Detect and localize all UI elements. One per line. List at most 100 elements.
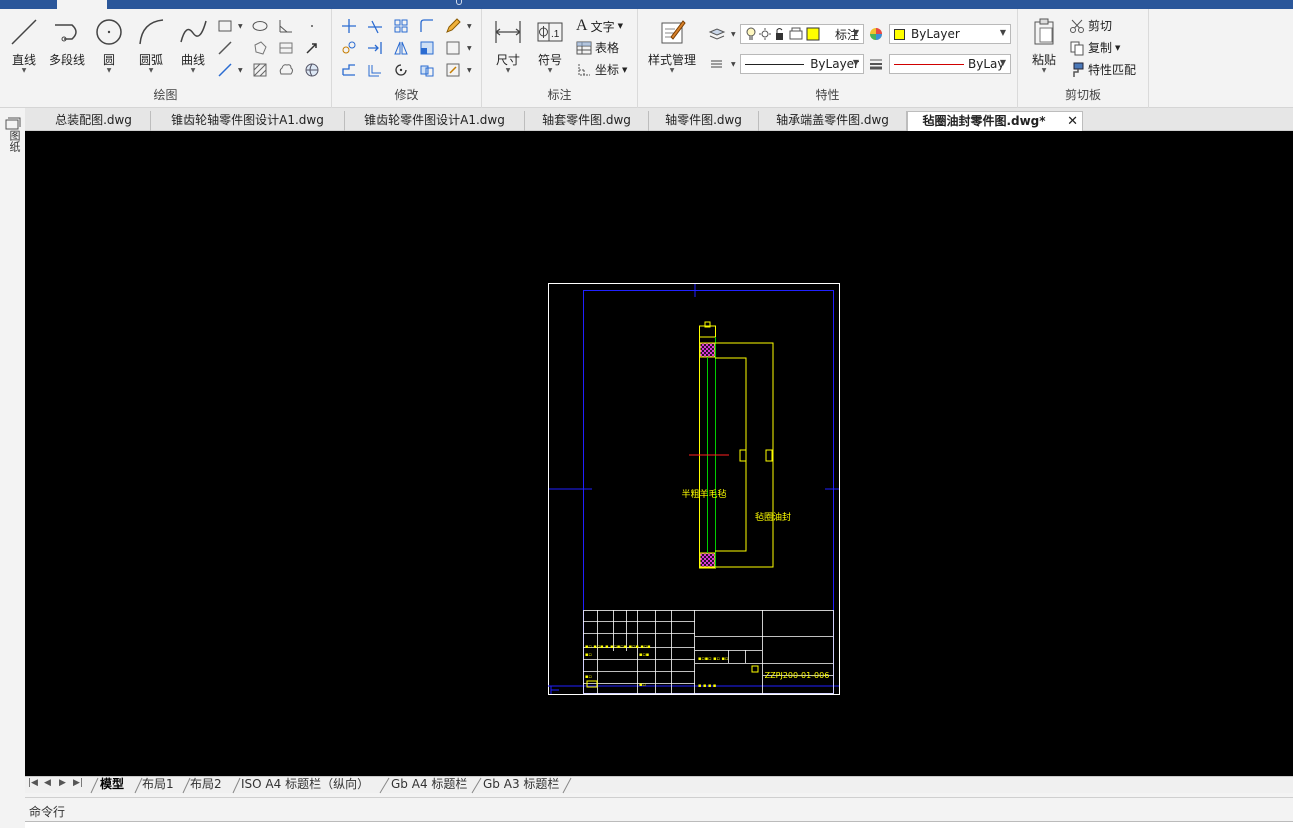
cloud-tool[interactable] [277, 61, 295, 79]
mirror-tool[interactable] [392, 39, 410, 57]
cut-button[interactable]: 剪切 [1069, 17, 1112, 34]
polygon-icon [254, 41, 267, 55]
ellipse-tool[interactable] [251, 17, 269, 35]
search-icon[interactable] [456, 0, 462, 5]
lineweight-icon [870, 59, 882, 70]
doc-tab[interactable]: 轴零件图.dwg [649, 111, 759, 131]
arc-button[interactable]: 圆弧 ▼ [133, 17, 169, 74]
close-icon[interactable]: ✕ [1067, 112, 1078, 131]
drawing-canvas[interactable]: ▪▫ ▪▫▪ ▪ ▪▫▪▫▪ ▪▫▪ ▪▫▪ ▪▫ ▪▫▪ ▪▫ ▪▫ ▪▫▪▫… [25, 131, 1293, 776]
match-properties-button[interactable]: 特性匹配 [1069, 61, 1136, 78]
point-tool[interactable] [303, 17, 321, 35]
coordinate-button[interactable]: 坐标 ▼ [576, 61, 627, 78]
wipeout-tool[interactable] [303, 61, 321, 79]
linetype-value: ByLayer [810, 57, 859, 71]
chevron-down-icon[interactable]: ▼ [731, 31, 736, 38]
extend-tool[interactable] [366, 39, 384, 57]
command-line[interactable]: 命令行 [25, 797, 1293, 821]
scale-tool[interactable] [418, 39, 436, 57]
doc-tab[interactable]: 锥齿轮轴零件图设计A1.dwg [151, 111, 345, 131]
tab-separators [90, 777, 572, 794]
edit-tool[interactable] [444, 61, 462, 79]
hatch-tool[interactable] [251, 61, 269, 79]
doc-tab[interactable]: 轴承端盖零件图.dwg [759, 111, 907, 131]
copy-tool[interactable] [340, 39, 358, 57]
cloud-icon [279, 64, 293, 75]
chevron-down-icon[interactable]: ▼ [731, 61, 736, 68]
scissors-icon [1070, 19, 1084, 33]
chevron-down-icon: ▼ [669, 67, 675, 74]
svg-text:▪▫: ▪▫ [639, 682, 646, 688]
lineweight-select[interactable]: ByLay ▼ [889, 54, 1011, 74]
line-button[interactable]: 直线 ▼ [6, 17, 42, 74]
chevron-down-icon: ▼ [999, 28, 1006, 37]
xline-icon [218, 63, 232, 77]
rectangle-tool[interactable] [216, 17, 234, 35]
sheet-panel-label[interactable]: 图纸 [4, 130, 21, 152]
xline-tool[interactable] [216, 61, 234, 79]
extend-icon [368, 42, 382, 54]
pencil-icon [446, 18, 461, 33]
chevron-down-icon[interactable]: ▼ [467, 23, 472, 30]
section-hatch-top [699, 342, 716, 358]
lineweight-tool[interactable] [867, 55, 885, 73]
region-tool[interactable] [251, 39, 269, 57]
svg-text:▪▫: ▪▫ [585, 674, 592, 680]
curve-button[interactable]: 曲线 ▼ [175, 17, 211, 74]
linetype-select[interactable]: ByLayer ▼ [740, 54, 864, 74]
chevron-down-icon[interactable]: ▼ [467, 45, 472, 52]
doc-tab[interactable]: 轴套零件图.dwg [525, 111, 649, 131]
dimension-text-inner [739, 449, 747, 462]
copy-button[interactable]: 复制 ▼ [1069, 39, 1120, 56]
block-tool[interactable] [277, 39, 295, 57]
dimension-label: 尺寸 [495, 53, 520, 67]
symbol-button[interactable]: .1 符号 ▼ [532, 17, 568, 74]
style-manager-button[interactable]: 样式管理 ▼ [644, 17, 700, 74]
arrow-tool[interactable] [303, 39, 321, 57]
corner-mark [550, 686, 559, 694]
chevron-down-icon[interactable]: ▼ [467, 67, 472, 74]
layer-select[interactable]: 标注 ▼ [740, 24, 864, 44]
copy-label: 复制 [1088, 41, 1113, 55]
table-button[interactable]: 表格 [576, 39, 619, 56]
sheet-set-icon[interactable] [5, 116, 21, 130]
color-select[interactable]: ByLayer ▼ [889, 24, 1011, 44]
edit-icon [446, 63, 460, 77]
erase-tool[interactable] [444, 17, 462, 35]
move-icon [342, 19, 356, 33]
paste-button[interactable]: 粘贴 ▼ [1026, 17, 1062, 74]
array-tool[interactable] [392, 17, 410, 35]
join-tool[interactable] [418, 61, 436, 79]
move-tool[interactable] [340, 17, 358, 35]
document-tabs: 总装配图.dwg 锥齿轮轴零件图设计A1.dwg 锥齿轮零件图设计A1.dwg … [25, 108, 1293, 131]
doc-tab[interactable]: 锥齿轮零件图设计A1.dwg [345, 111, 525, 131]
dimension-icon [495, 21, 521, 43]
color-wheel-tool[interactable] [867, 25, 885, 43]
fillet-tool[interactable] [418, 17, 436, 35]
curve-label: 曲线 [180, 53, 205, 67]
doc-tab[interactable]: 总装配图.dwg [37, 111, 151, 131]
offset-tool[interactable] [366, 61, 384, 79]
circle-button[interactable]: 圆 ▼ [91, 17, 127, 74]
title-block-mark [751, 665, 759, 673]
chevron-down-icon: ▼ [547, 67, 553, 74]
polyline-button[interactable]: 多段线 [48, 17, 86, 68]
doc-tab-active[interactable]: 毡圈油封零件图.dwg* ✕ [907, 111, 1083, 131]
explode-tool[interactable] [444, 39, 462, 57]
ray-tool[interactable] [216, 39, 234, 57]
layer-manager-tool[interactable] [708, 25, 726, 43]
dimension-button[interactable]: 尺寸 ▼ [490, 17, 526, 74]
rotate-tool[interactable] [392, 61, 410, 79]
construction-line-tool[interactable] [277, 17, 295, 35]
array-icon [394, 19, 408, 33]
menu-tab-active[interactable] [57, 0, 107, 9]
text-button[interactable]: A 文字 ▼ [576, 17, 623, 35]
chevron-down-icon[interactable]: ▼ [238, 67, 243, 74]
trim-tool[interactable] [366, 17, 384, 35]
annotation-panel-title: 标注 [547, 88, 572, 102]
lineweight-menu-tool[interactable] [708, 55, 726, 73]
stretch-tool[interactable] [340, 61, 358, 79]
lineweight-preview [894, 63, 964, 65]
clipboard-panel-title: 剪切板 [1064, 88, 1101, 102]
chevron-down-icon[interactable]: ▼ [238, 23, 243, 30]
